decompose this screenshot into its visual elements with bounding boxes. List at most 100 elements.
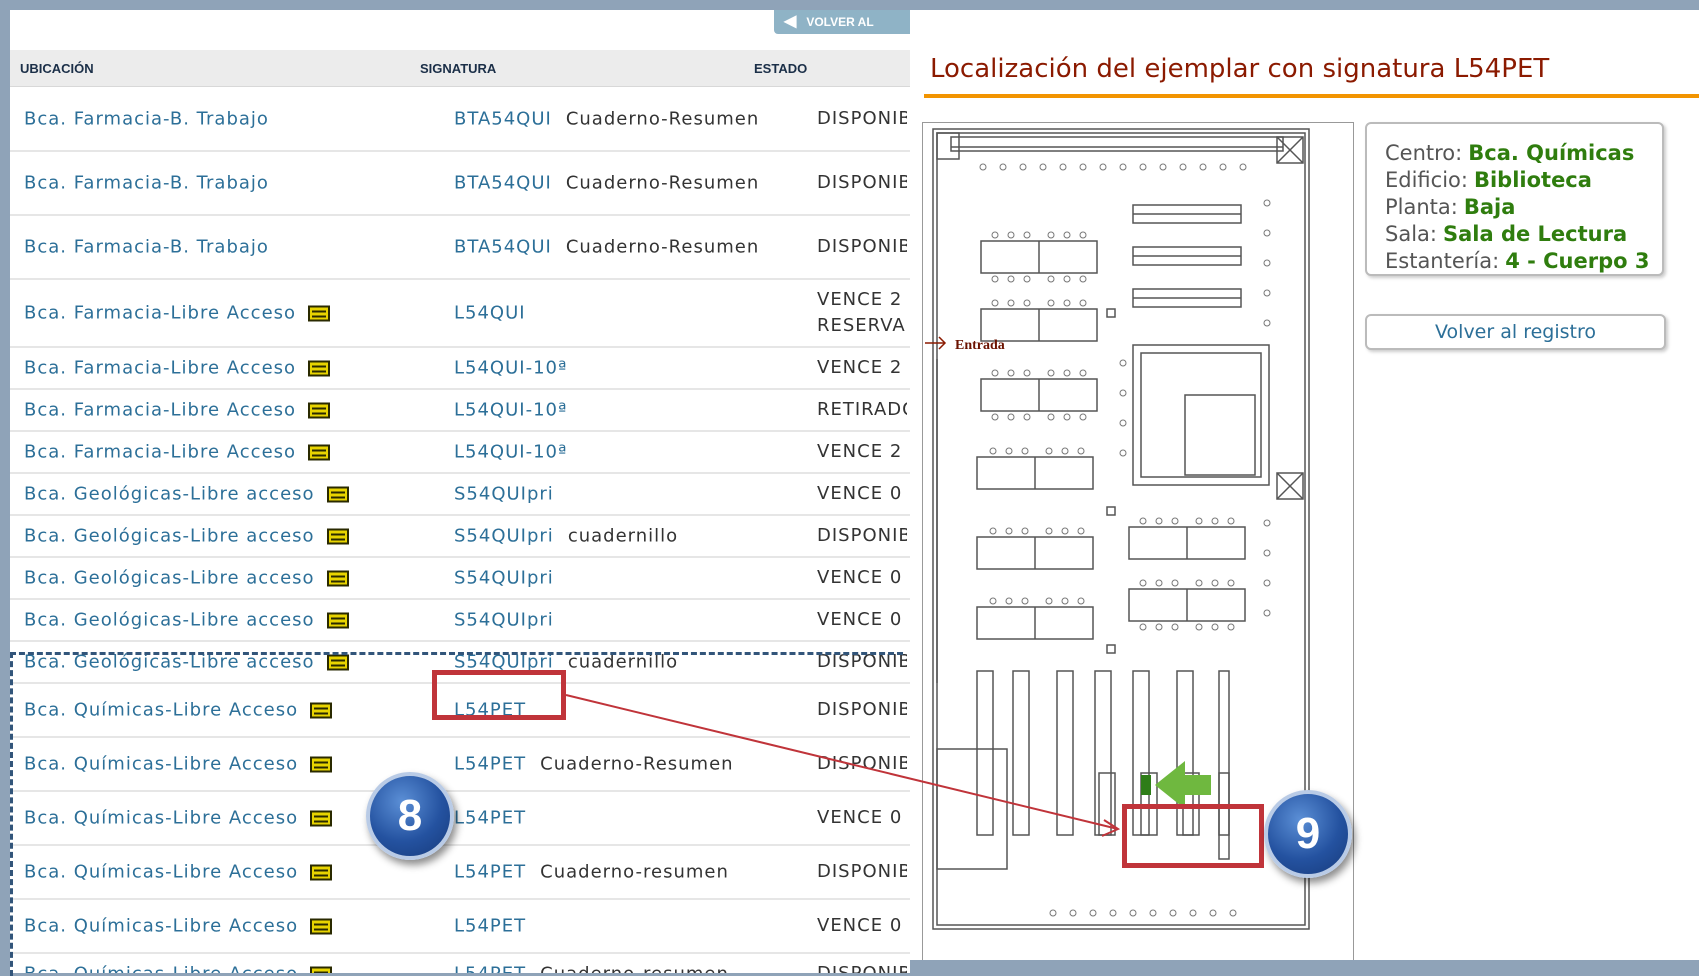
row-signature-link[interactable]: S54QUIpri [454, 568, 554, 589]
table-row: Bca. Farmacia-B. Trabajo BTA54QUI Cuaderno… [10, 152, 910, 216]
row-signature: S54QUIpri [454, 568, 554, 589]
title-rule [924, 94, 1699, 98]
shelf-map-icon[interactable] [308, 360, 331, 377]
row-status: VENCE 0 [817, 913, 907, 939]
row-signature-link[interactable]: BTA54QUI [454, 237, 552, 258]
row-location[interactable]: Bca. Geológicas-Libre acceso [24, 652, 349, 673]
catalog-panel: ◀ VOLVER AL UBICACIÓN SIGNATURA ESTADO Bc… [10, 10, 910, 973]
row-signature: S54QUIpri [454, 484, 554, 505]
row-status-text-2: RESERVA [817, 315, 906, 336]
row-status: VENCE 2 [817, 355, 907, 381]
row-signature-link[interactable]: S54QUIpri [454, 610, 554, 631]
row-signature-link[interactable]: L54PET [454, 916, 526, 937]
row-location[interactable]: Bca. Químicas-Libre Acceso [24, 700, 333, 721]
row-location[interactable]: Bca. Químicas-Libre Acceso [24, 862, 333, 883]
shelf-map-icon[interactable] [310, 702, 333, 719]
row-status: DISPONIBLE [817, 697, 907, 723]
row-signature: L54QUI [454, 303, 526, 324]
row-location[interactable]: Bca. Químicas-Libre Acceso [24, 753, 333, 775]
row-location[interactable]: Bca. Farmacia-B. Trabajo [24, 173, 269, 194]
row-status-text: VENCE 0 [817, 567, 903, 588]
row-location[interactable]: Bca. Geológicas-Libre acceso [24, 568, 349, 589]
shelf-map-icon[interactable] [310, 966, 333, 973]
table-row: Bca. Farmacia-B. Trabajo BTA54QUI Cuaderno… [10, 216, 910, 280]
row-status: VENCE 0 [817, 565, 907, 591]
row-status-text: DISPONIBLE [817, 861, 907, 882]
row-status: DISPONIBLE [817, 170, 907, 196]
row-signature-link[interactable]: L54QUI-10ª [454, 400, 567, 421]
row-signature-link[interactable]: L54PET [454, 754, 526, 775]
row-signature-link[interactable]: BTA54QUI [454, 173, 552, 194]
row-location-text: Bca. Farmacia-Libre Acceso [24, 399, 297, 421]
shelf-map-icon[interactable] [308, 402, 331, 419]
row-status: DISPONIBLE [817, 859, 907, 885]
info-line: Edificio: Biblioteca [1367, 167, 1662, 194]
shelf-map-icon[interactable] [326, 528, 349, 545]
back-to-list-label: VOLVER AL [806, 15, 874, 29]
shelf-map-icon[interactable] [326, 612, 349, 629]
row-location-text: Bca. Químicas-Libre Acceso [24, 753, 299, 775]
row-location-text: Bca. Químicas-Libre Acceso [24, 964, 298, 974]
row-location-text: Bca. Geológicas-Libre acceso [24, 651, 315, 673]
shelf-map-icon[interactable] [326, 486, 349, 503]
row-status-text: DISPONIBLE [817, 172, 907, 193]
row-location[interactable]: Bca. Farmacia-Libre Acceso [24, 399, 331, 421]
row-status-text: DISPONIBLE [817, 961, 907, 973]
row-signature-link[interactable]: BTA54QUI [454, 109, 552, 130]
shelf-map-icon[interactable] [308, 444, 331, 461]
back-to-list-button[interactable]: ◀ VOLVER AL [774, 10, 910, 34]
row-signature: L54QUI-10ª [454, 358, 567, 379]
row-location-text: Bca. Farmacia-Libre Acceso [24, 357, 297, 379]
row-status: DISPONIBLE [817, 961, 907, 973]
row-location[interactable]: Bca. Farmacia-B. Trabajo [24, 237, 269, 258]
shelf-map-icon[interactable] [326, 570, 349, 587]
row-location[interactable]: Bca. Geológicas-Libre acceso [24, 526, 349, 547]
shelf-map-icon[interactable] [310, 918, 333, 935]
table-row: Bca. Químicas-Libre Acceso L54PET VENCE 0 [10, 900, 910, 954]
row-signature-link[interactable]: S54QUIpri [454, 484, 554, 505]
table-row: Bca. Geológicas-Libre acceso S54QUIpri VEN… [10, 558, 910, 600]
row-note: Cuaderno-resumen [540, 861, 729, 883]
info-label: Planta: [1385, 195, 1458, 219]
row-status: VENCE 2 RESERVA [817, 287, 907, 339]
row-location-text: Bca. Químicas-Libre Acceso [24, 807, 299, 829]
row-signature-link[interactable]: L54QUI-10ª [454, 358, 567, 379]
row-signature-link[interactable]: S54QUIpri [454, 526, 554, 547]
row-location[interactable]: Bca. Farmacia-Libre Acceso [24, 357, 331, 379]
shelf-map-icon[interactable] [310, 864, 333, 881]
row-signature-link[interactable]: L54PET [454, 808, 526, 829]
row-location[interactable]: Bca. Químicas-Libre Acceso [24, 916, 333, 937]
row-status-text: DISPONIBLE [817, 108, 907, 129]
row-location[interactable]: Bca. Geológicas-Libre acceso [24, 484, 349, 505]
row-status-text: DISPONIBLE [817, 236, 907, 257]
row-status: VENCE 0 [817, 805, 907, 831]
row-signature: L54PET Cuaderno-Resumen [454, 754, 734, 775]
row-signature: S54QUIpri cuadernillo [454, 526, 678, 547]
row-location[interactable]: Bca. Químicas-Libre Acceso [24, 964, 333, 974]
row-status-text: DISPONIBLE [817, 525, 907, 546]
row-signature-link[interactable]: L54PET [454, 862, 526, 883]
row-status-text: VENCE 0 [817, 609, 903, 630]
locator-title: Localización del ejemplar con signatura … [930, 54, 1550, 84]
row-signature-link[interactable]: L54QUI [454, 303, 526, 324]
row-location[interactable]: Bca. Farmacia-Libre Acceso [24, 303, 331, 324]
shelf-map-icon[interactable] [308, 305, 331, 322]
row-location[interactable]: Bca. Químicas-Libre Acceso [24, 807, 333, 829]
row-location[interactable]: Bca. Farmacia-B. Trabajo [24, 109, 269, 130]
table-row: Bca. Farmacia-B. Trabajo BTA54QUI Cuaderno… [10, 88, 910, 152]
shelf-map-icon[interactable] [310, 810, 333, 827]
row-status-text: RETIRADO [817, 399, 907, 420]
locator-arrow-icon [1155, 761, 1211, 809]
row-status-text: DISPONIBLE [817, 699, 907, 720]
row-signature-link[interactable]: L54QUI-10ª [454, 442, 567, 463]
shelf-map-icon[interactable] [310, 756, 333, 773]
row-signature-link[interactable]: L54PET [454, 964, 526, 974]
info-value: Baja [1463, 195, 1516, 219]
row-signature: S54QUIpri [454, 610, 554, 631]
row-location[interactable]: Bca. Geológicas-Libre acceso [24, 610, 349, 631]
back-to-record-button[interactable]: Volver al registro [1365, 314, 1666, 350]
shelf-map-icon[interactable] [326, 654, 349, 671]
table-row: Bca. Geológicas-Libre acceso S54QUIpri cua… [10, 516, 910, 558]
row-note: Cuaderno-Resumen [565, 108, 760, 130]
row-location[interactable]: Bca. Farmacia-Libre Acceso [24, 442, 331, 463]
